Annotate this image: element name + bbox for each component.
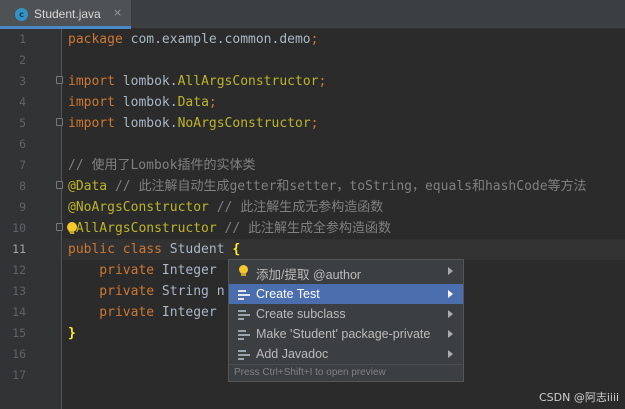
tab-title: Student.java: [34, 7, 101, 21]
line-number: 15: [12, 326, 26, 340]
code-line-3: import lombok.AllArgsConstructor;: [68, 74, 327, 89]
code-line-13: private String n: [68, 284, 225, 299]
line-number: 3: [19, 74, 26, 88]
code-line-4: import lombok.Data;: [68, 95, 217, 110]
action-create-subclass[interactable]: Create subclass: [229, 304, 463, 324]
edit-pencil-icon: [238, 348, 250, 360]
chevron-right-icon: [448, 330, 453, 338]
action-make-package-private[interactable]: Make 'Student' package-private: [229, 324, 463, 344]
intention-actions-popup: 添加/提取 @author Create Test Create subclas…: [228, 259, 464, 382]
fold-marker-icon[interactable]: [56, 118, 63, 126]
line-number: 4: [19, 95, 26, 109]
line-number: 14: [12, 305, 26, 319]
code-line-7: // 使用了Lombok插件的实体类: [68, 158, 256, 173]
popup-hint: Press Ctrl+Shift+I to open preview: [229, 364, 463, 381]
tab-student-java[interactable]: c Student.java ×: [0, 0, 131, 29]
code-line-12: private Integer: [68, 263, 217, 278]
line-number-current: 11: [12, 242, 26, 256]
watermark: CSDN @阿志iiii: [539, 391, 620, 404]
code-line-8: @Data // 此注解自动生成getter和setter，toString，e…: [68, 179, 587, 194]
action-add-javadoc[interactable]: Add Javadoc: [229, 344, 463, 364]
close-icon[interactable]: ×: [113, 6, 122, 19]
line-number: 1: [19, 32, 26, 46]
fold-marker-icon[interactable]: [56, 223, 63, 231]
line-number: 16: [12, 347, 26, 361]
fold-marker-icon[interactable]: [56, 181, 63, 189]
line-number: 8: [19, 179, 26, 193]
edit-pencil-icon: [238, 288, 250, 300]
code-line-10: @AllArgsConstructor // 此注解生成全参构造函数: [68, 221, 392, 236]
action-add-author[interactable]: 添加/提取 @author: [229, 261, 463, 282]
line-number: 17: [12, 368, 26, 382]
code-line-15: }: [68, 326, 76, 341]
line-number: 7: [19, 158, 26, 172]
lightbulb-icon[interactable]: [67, 222, 77, 235]
chevron-right-icon: [448, 310, 453, 318]
line-number: 5: [19, 116, 26, 130]
editor-tab-bar: c Student.java ×: [0, 0, 625, 29]
line-number: 2: [19, 53, 26, 67]
code-line-11: public class Student {: [68, 242, 241, 257]
code-line-9: @NoArgsConstructor // 此注解生成无参构造函数: [68, 200, 384, 215]
code-line-5: import lombok.NoArgsConstructor;: [68, 116, 319, 131]
line-number: 10: [12, 221, 26, 235]
chevron-right-icon: [448, 267, 453, 275]
action-create-test[interactable]: Create Test: [229, 284, 463, 304]
java-class-icon: c: [15, 8, 28, 21]
line-number: 13: [12, 284, 26, 298]
bulb-base: [70, 231, 74, 234]
lightbulb-icon: [238, 265, 250, 277]
line-number: 12: [12, 263, 26, 277]
line-number-gutter[interactable]: 1 2 3 4 5 6 7 8 9 10 11 12 13 14 15 16 1…: [0, 29, 63, 409]
code-line-14: private Integer: [68, 305, 217, 320]
chevron-right-icon: [448, 290, 453, 298]
edit-pencil-icon: [238, 308, 250, 320]
line-number: 6: [19, 137, 26, 151]
edit-pencil-icon: [238, 328, 250, 340]
fold-marker-icon[interactable]: [56, 76, 63, 84]
chevron-right-icon: [448, 350, 453, 358]
line-number: 9: [19, 200, 26, 214]
code-line-1: package com.example.common.demo;: [68, 32, 319, 47]
